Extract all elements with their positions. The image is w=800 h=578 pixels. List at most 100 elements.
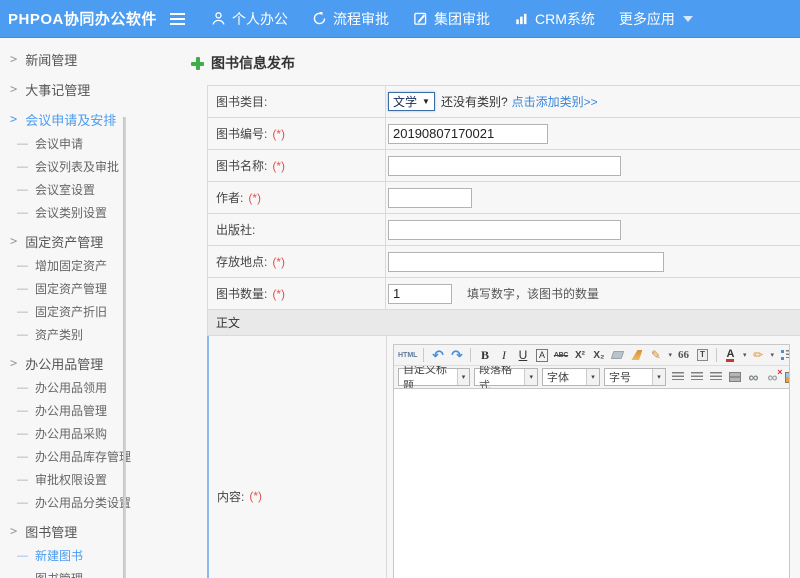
dash-icon: — <box>17 329 28 341</box>
dropdown-caret-icon: ▾ <box>457 369 469 385</box>
dropdown-label: 自定义标题 <box>403 366 454 389</box>
topbar-menu-group-approval[interactable]: 集团审批 <box>413 9 490 29</box>
book-form: 图书类目:文学▼还没有类别?点击添加类别>>图书编号:(*)图书名称:(*)作者… <box>207 85 800 578</box>
sidebar-item[interactable]: —固定资产管理 <box>0 277 120 300</box>
dash-icon: — <box>17 382 28 394</box>
form-row-author: 作者:(*) <box>208 182 800 214</box>
location-label: 存放地点:(*) <box>208 246 386 277</box>
sidebar-item[interactable]: —办公用品分类设置 <box>0 491 120 514</box>
align-justify-icon[interactable] <box>727 369 742 386</box>
sidebar-group-title-meeting[interactable]: >会议申请及安排 <box>0 106 120 132</box>
sidebar-group-label: 大事记管理 <box>25 80 90 99</box>
publisher-input[interactable] <box>388 220 621 240</box>
topbar-menu-crm-system[interactable]: CRM系统 <box>514 9 595 29</box>
italic-icon[interactable]: I <box>496 347 511 364</box>
quantity-input[interactable] <box>388 284 452 304</box>
book-name-label: 图书名称:(*) <box>208 150 386 181</box>
sidebar-item-label: 资产类别 <box>35 326 83 343</box>
selected-category-text: 文学 <box>393 93 417 110</box>
unlink-icon[interactable]: ∞× <box>765 369 780 386</box>
sidebar-item[interactable]: —会议室设置 <box>0 178 120 201</box>
undo-icon[interactable]: ↶ <box>430 347 445 364</box>
image-icon[interactable] <box>784 369 789 386</box>
sidebar-group-meeting: >会议申请及安排—会议申请—会议列表及审批—会议室设置—会议类别设置 <box>0 106 120 224</box>
align-left-icon[interactable] <box>670 369 685 386</box>
field-label-text: 出版社: <box>216 221 255 238</box>
blockquote-icon[interactable]: 66 <box>676 347 691 364</box>
formatmatch-icon[interactable]: ✎ <box>648 347 663 364</box>
html-source-icon[interactable]: HTML <box>398 347 417 364</box>
sidebar-item[interactable]: —会议申请 <box>0 132 120 155</box>
dropdown-caret-icon[interactable]: ▾ <box>668 351 672 359</box>
underline-icon[interactable]: U <box>515 347 530 364</box>
sidebar-group-label: 固定资产管理 <box>25 232 103 251</box>
custom-style-dropdown[interactable]: 自定义标题▾ <box>398 368 470 386</box>
topbar-menu-personal-office[interactable]: 个人办公 <box>211 9 288 29</box>
font-size-dropdown[interactable]: 字号▾ <box>604 368 666 386</box>
editor-toolbar-row2: 自定义标题▾段落格式▾字体▾字号▾∞∞× <box>394 366 789 389</box>
dash-icon: — <box>17 550 28 562</box>
align-center-icon[interactable] <box>689 369 704 386</box>
ordered-list-icon[interactable] <box>778 347 789 364</box>
sidebar-item[interactable]: —审批权限设置 <box>0 468 120 491</box>
sidebar-group-title-supplies[interactable]: >办公用品管理 <box>0 350 120 376</box>
book-name-input[interactable] <box>388 156 621 176</box>
field-label-text: 图书数量: <box>216 285 267 302</box>
required-mark: (*) <box>272 127 285 141</box>
sidebar-item-label: 审批权限设置 <box>35 471 107 488</box>
location-input[interactable] <box>388 252 664 272</box>
sidebar-item[interactable]: —会议列表及审批 <box>0 155 120 178</box>
sidebar-item[interactable]: —固定资产折旧 <box>0 300 120 323</box>
sidebar-item[interactable]: —办公用品管理 <box>0 399 120 422</box>
sidebar-item[interactable]: — 资产类别 <box>0 323 120 346</box>
chevron-right-icon: > <box>10 234 17 248</box>
sidebar-group-title-events[interactable]: >大事记管理 <box>0 76 120 102</box>
sidebar-item[interactable]: —增加固定资产 <box>0 254 120 277</box>
align-right-icon[interactable] <box>708 369 723 386</box>
eraser-icon[interactable] <box>610 347 625 364</box>
redo-icon[interactable]: ↷ <box>449 347 464 364</box>
form-row-content: 内容: (*) HTML↶↷BIUAABCX²X₂✎▾66TA▾✏▾▾▾ 自定义… <box>207 336 800 578</box>
font-color-icon[interactable]: A <box>723 347 738 364</box>
editor-canvas[interactable] <box>394 389 789 578</box>
dropdown-caret-icon: ▾ <box>524 369 537 385</box>
topbar-menu-more-apps[interactable]: 更多应用 <box>619 9 693 29</box>
add-category-link[interactable]: 点击添加类别>> <box>512 93 598 110</box>
sidebar-item[interactable]: —新建图书 <box>0 544 120 567</box>
author-input[interactable] <box>388 188 472 208</box>
sidebar-group-title-assets[interactable]: > 固定资产管理 <box>0 228 120 254</box>
sidebar-item[interactable]: —会议类别设置 <box>0 201 120 224</box>
sidebar-item-label: 固定资产折旧 <box>35 303 107 320</box>
link-icon[interactable]: ∞ <box>746 369 761 386</box>
pastetext-icon[interactable]: T <box>695 347 710 364</box>
superscript-icon[interactable]: X² <box>572 347 587 364</box>
quantity-hint-text: 填写数字，该图书的数量 <box>467 285 599 302</box>
removeformat-icon[interactable] <box>629 347 644 364</box>
hamburger-menu-icon[interactable] <box>170 13 185 25</box>
topbar-menu-workflow-approval[interactable]: 流程审批 <box>312 9 389 29</box>
sidebar-item[interactable]: —图书管理 <box>0 567 120 578</box>
field-label-text: 图书名称: <box>216 157 267 174</box>
book-category-select[interactable]: 文学 ▼ <box>388 92 435 111</box>
autotypeset-icon[interactable]: A <box>534 347 549 364</box>
section-header-body: 正文 <box>208 310 800 336</box>
sidebar-item[interactable]: —办公用品采购 <box>0 422 120 445</box>
sidebar-item-label: 办公用品库存管理 <box>35 448 131 465</box>
dropdown-caret-icon[interactable]: ▾ <box>770 351 774 359</box>
dropdown-caret-icon[interactable]: ▾ <box>743 351 747 359</box>
background-color-icon[interactable]: ✏ <box>750 347 765 364</box>
bold-icon[interactable]: B <box>477 347 492 364</box>
sidebar-item[interactable]: —办公用品领用 <box>0 376 120 399</box>
sidebar-scrollbar[interactable] <box>123 117 126 578</box>
select-arrow-icon: ▼ <box>422 97 430 106</box>
sidebar-item[interactable]: —办公用品库存管理 <box>0 445 120 468</box>
page-title: 图书信息发布 <box>191 53 295 73</box>
strikethrough-icon[interactable]: ABC <box>553 347 568 364</box>
subscript-icon[interactable]: X₂ <box>591 347 606 364</box>
paragraph-format-dropdown[interactable]: 段落格式▾ <box>474 368 538 386</box>
font-family-dropdown[interactable]: 字体▾ <box>542 368 600 386</box>
sidebar-group-title-books[interactable]: >图书管理 <box>0 518 120 544</box>
sidebar-group-title-news[interactable]: >新闻管理 <box>0 46 120 72</box>
book-number-input[interactable] <box>388 124 548 144</box>
dash-icon: — <box>17 138 28 150</box>
